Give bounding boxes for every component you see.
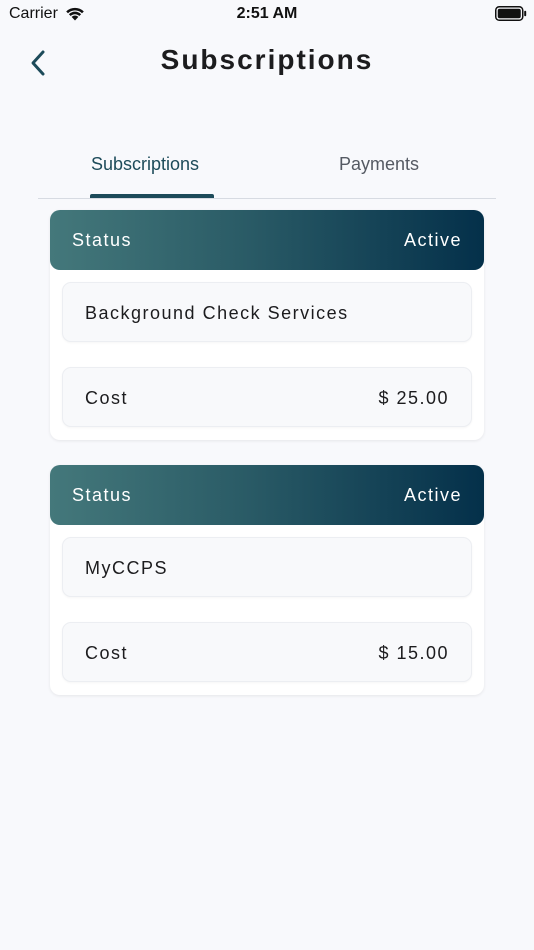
subscription-name-row: Background Check Services <box>62 282 472 342</box>
subscription-cost-row: Cost $ 15.00 <box>62 622 472 682</box>
tab-bar: Subscriptions Payments <box>38 140 496 199</box>
cost-label: Cost <box>85 643 129 663</box>
card-status-header: Status Active <box>50 465 484 525</box>
subscription-name: MyCCPS <box>85 558 169 578</box>
status-value: Active <box>403 230 462 250</box>
page-title: Subscriptions <box>160 44 374 75</box>
tab-payments[interactable]: Payments <box>339 154 419 175</box>
tab-selected-indicator <box>90 194 214 198</box>
status-value: Active <box>403 485 462 505</box>
battery-icon <box>495 6 527 21</box>
subscription-name: Background Check Services <box>85 303 349 323</box>
status-label: Status <box>72 485 133 505</box>
cost-value: $ 25.00 <box>378 388 449 408</box>
status-label: Status <box>72 230 133 250</box>
tab-subscriptions[interactable]: Subscriptions <box>91 154 199 175</box>
subscription-card[interactable]: Status Active Background Check Services … <box>50 210 484 440</box>
cost-value: $ 15.00 <box>378 643 449 663</box>
subscription-name-row: MyCCPS <box>62 537 472 597</box>
subscription-card[interactable]: Status Active MyCCPS Cost $ 15.00 <box>50 465 484 695</box>
status-bar: Carrier 2:51 AM <box>0 0 534 28</box>
cost-label: Cost <box>85 388 129 408</box>
clock: 2:51 AM <box>236 5 298 22</box>
card-status-header: Status Active <box>50 210 484 270</box>
subscription-cost-row: Cost $ 25.00 <box>62 367 472 427</box>
